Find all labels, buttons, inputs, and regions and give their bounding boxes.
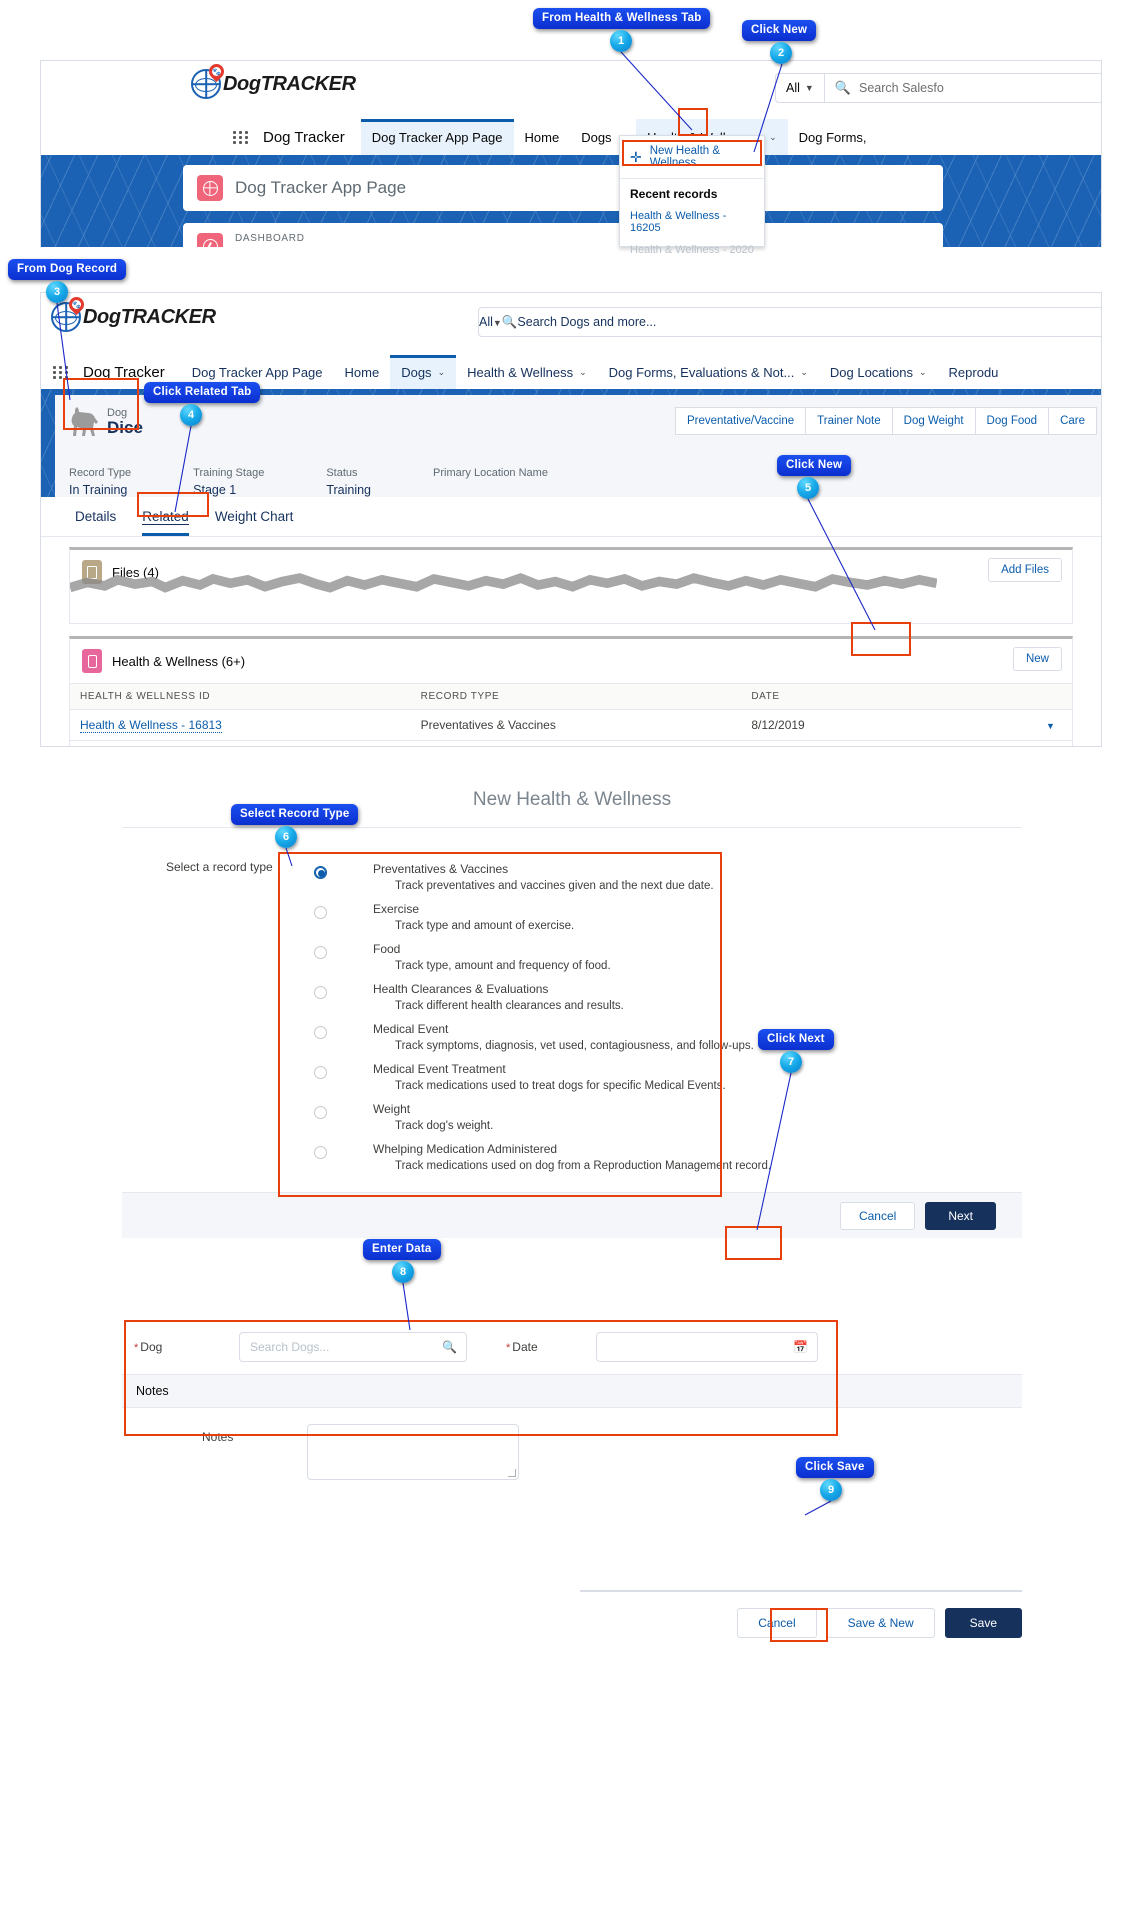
callout-2-label: Click New bbox=[742, 20, 817, 41]
callout-3-number: 3 bbox=[46, 281, 68, 303]
callout-6-number: 6 bbox=[275, 826, 297, 848]
callout-9-number: 9 bbox=[820, 1479, 842, 1501]
callout-8-label: Enter Data bbox=[363, 1239, 441, 1260]
callout-3-label: From Dog Record bbox=[8, 259, 127, 280]
callout-8-number: 8 bbox=[392, 1261, 414, 1283]
save-and-new-button[interactable]: Save & New bbox=[826, 1608, 935, 1638]
callout-4-number: 4 bbox=[180, 404, 202, 426]
callout-5-number: 5 bbox=[797, 477, 819, 499]
callout-9-label: Click Save bbox=[796, 1457, 874, 1478]
callout-7-label: Click Next bbox=[758, 1029, 834, 1050]
leader-line-9 bbox=[804, 1500, 832, 1516]
callout-1-label: From Health & Wellness Tab bbox=[533, 8, 711, 29]
callout-5-label: Click New bbox=[777, 455, 852, 476]
save-bar: Cancel Save & New Save bbox=[580, 1590, 1022, 1638]
callout-7-number: 7 bbox=[780, 1051, 802, 1073]
callout-4-label: Click Related Tab bbox=[144, 382, 261, 403]
callout-2-number: 2 bbox=[770, 42, 792, 64]
callout-1-number: 1 bbox=[610, 30, 632, 52]
save-button[interactable]: Save bbox=[944, 1608, 1022, 1638]
cancel-button[interactable]: Cancel bbox=[737, 1608, 817, 1638]
callout-6-label: Select Record Type bbox=[231, 804, 359, 825]
form-footer-actions: Cancel Save & New Save bbox=[580, 1590, 1022, 1660]
